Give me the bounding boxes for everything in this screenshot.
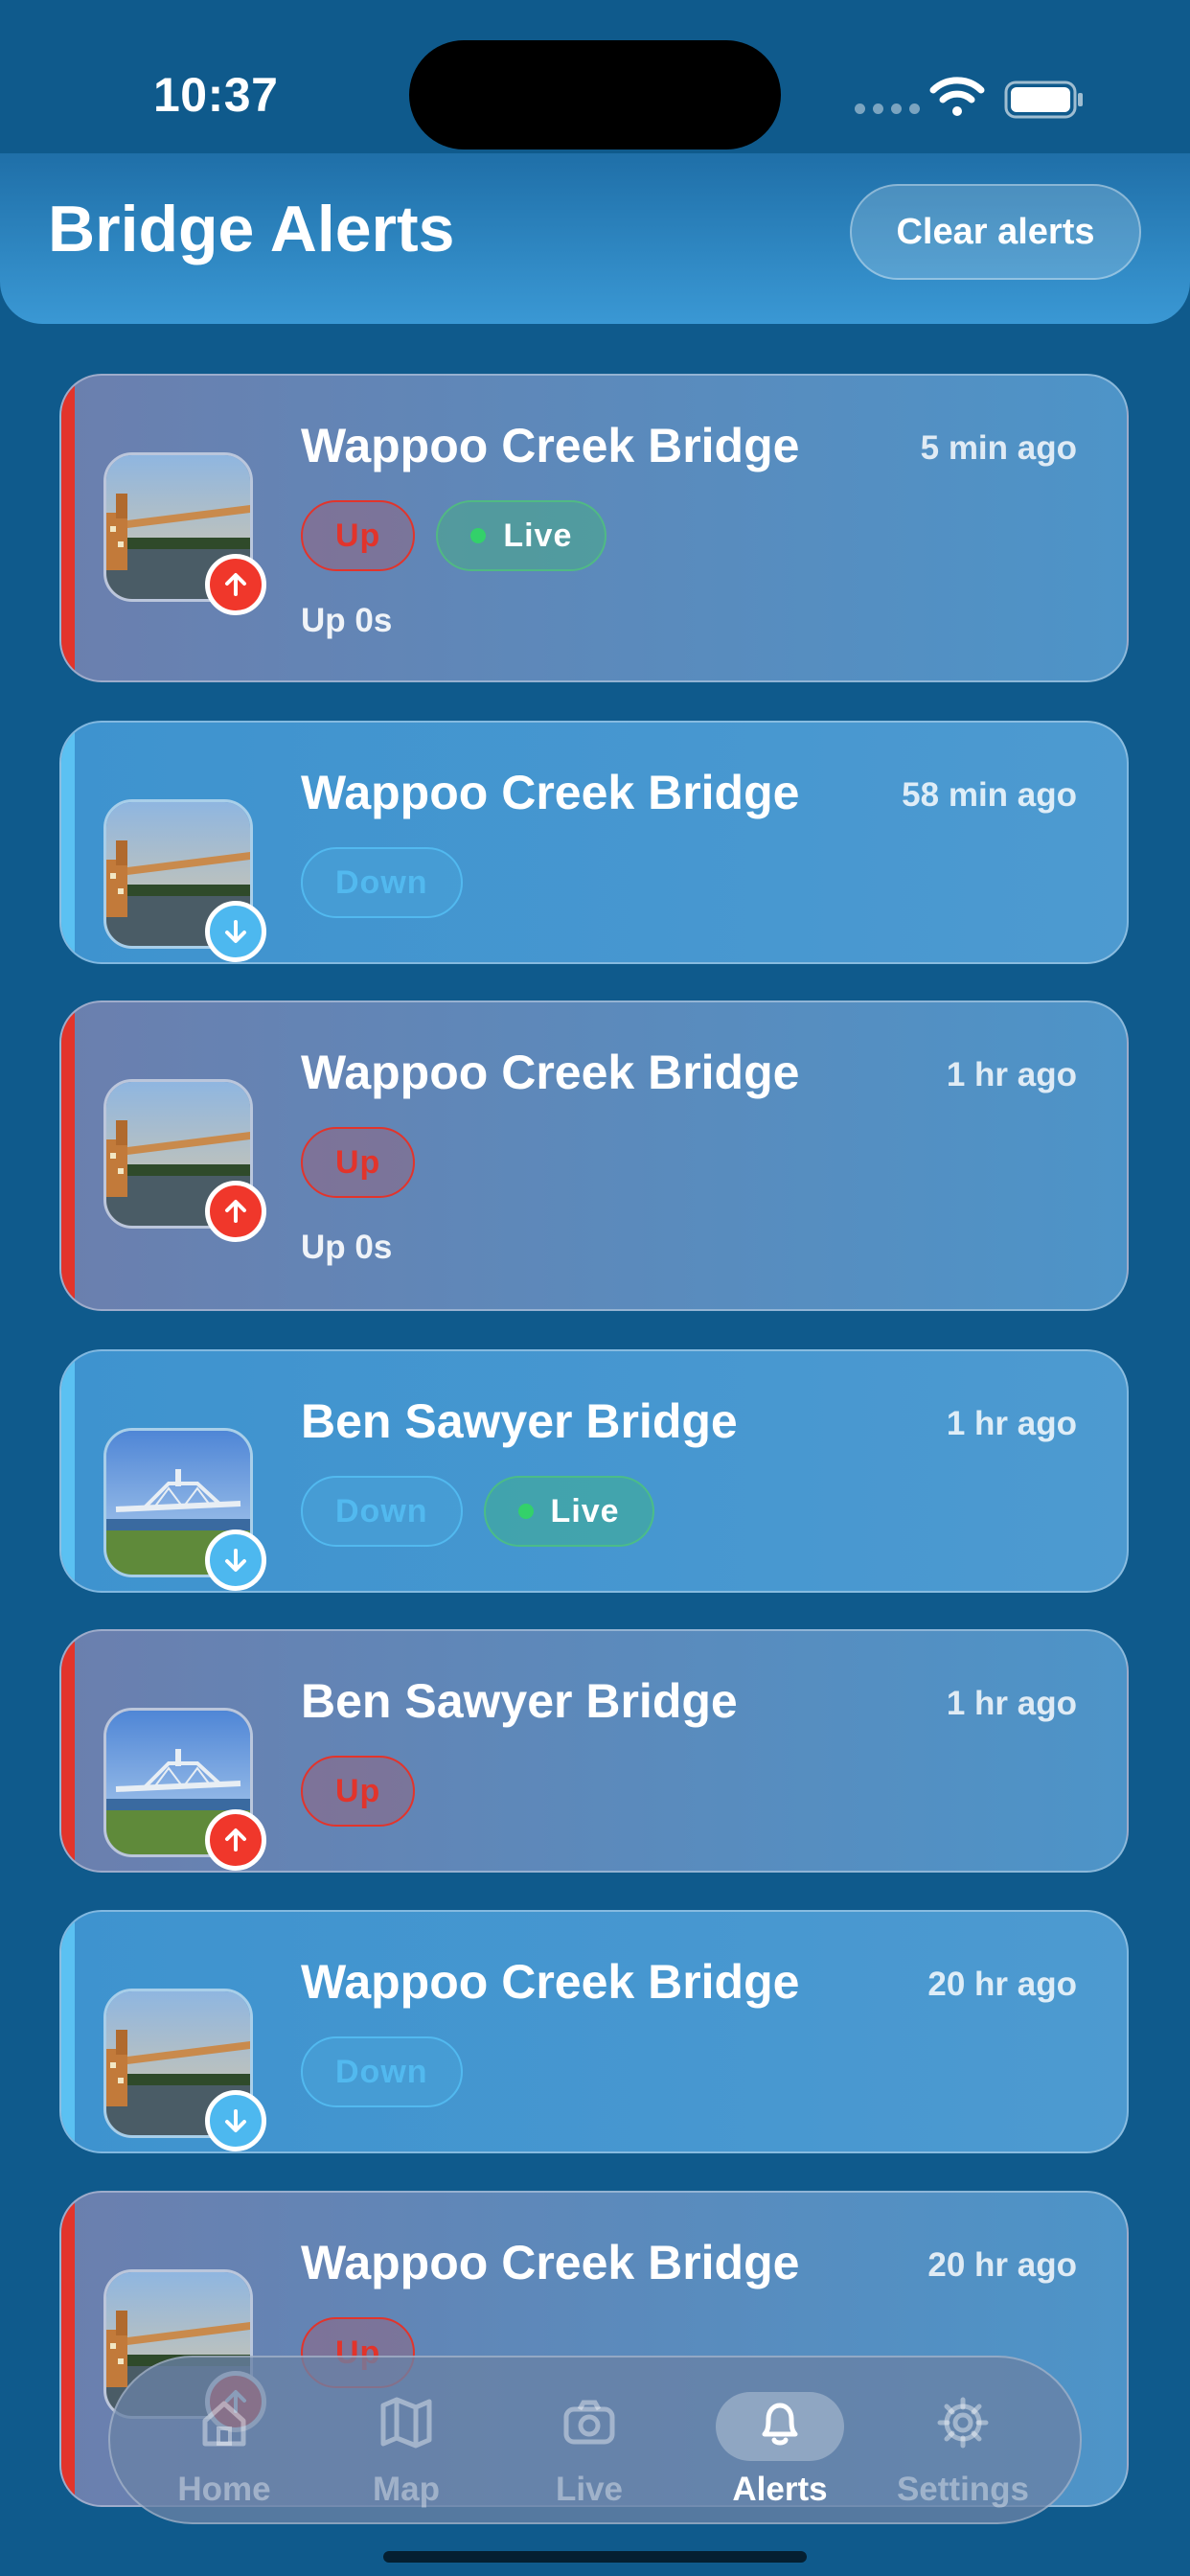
live-dot-icon — [517, 1504, 534, 1519]
camera-icon — [563, 2400, 615, 2445]
status-stripe — [61, 376, 75, 680]
status-stripe — [61, 1351, 75, 1591]
status-pills: Up Live — [301, 500, 607, 571]
status-time: 10:37 — [153, 68, 279, 122]
arrow-down-icon — [205, 1530, 266, 1591]
tab-alerts-label: Alerts — [732, 2471, 828, 2508]
status-stripe — [61, 723, 75, 962]
header-bar: Bridge Alerts Clear alerts — [0, 153, 1190, 324]
up-duration: Up 0s — [301, 1229, 393, 1266]
alert-time: 58 min ago — [902, 776, 1077, 814]
house-icon — [202, 2401, 246, 2447]
alert-time: 20 hr ago — [927, 2246, 1077, 2284]
bridge-name: Wappoo Creek Bridge — [301, 1046, 800, 1099]
gear-icon — [937, 2397, 989, 2449]
clear-alerts-button[interactable]: Clear alerts — [850, 184, 1141, 280]
home-indicator — [383, 2551, 807, 2563]
alert-card[interactable]: Wappoo Creek Bridge 1 hr ago Up Up 0s — [59, 1000, 1129, 1311]
tab-bar: Home Map Live Alerts Settings — [108, 2356, 1082, 2524]
status-pills: Down — [301, 847, 463, 918]
status-stripe — [61, 1912, 75, 2151]
alert-time: 5 min ago — [920, 429, 1077, 467]
status-pill: Up — [301, 1127, 416, 1198]
live-pill[interactable]: Live — [436, 500, 607, 571]
dynamic-island — [409, 40, 781, 150]
alert-card[interactable]: Ben Sawyer Bridge 1 hr ago Up — [59, 1629, 1129, 1873]
arrow-up-icon — [205, 1809, 266, 1871]
status-stripe — [61, 1631, 75, 1871]
bridge-name: Ben Sawyer Bridge — [301, 1394, 738, 1448]
bridge-name: Wappoo Creek Bridge — [301, 419, 800, 472]
tab-settings-label: Settings — [896, 2471, 1030, 2508]
bridge-name: Ben Sawyer Bridge — [301, 1674, 738, 1728]
arrow-down-icon — [205, 901, 266, 962]
tab-map[interactable]: Map — [320, 2358, 492, 2526]
tab-live-label: Live — [555, 2471, 624, 2508]
status-pills: Down Live — [301, 1476, 654, 1547]
alert-card[interactable]: Wappoo Creek Bridge 58 min ago Down — [59, 721, 1129, 964]
status-pills: Up — [301, 1127, 416, 1198]
alert-card[interactable]: Wappoo Creek Bridge 5 min ago Up Live Up 0s — [59, 374, 1129, 682]
live-dot-icon — [470, 528, 487, 543]
map-icon — [380, 2397, 432, 2449]
bridge-name: Wappoo Creek Bridge — [301, 2236, 800, 2289]
tab-settings[interactable]: Settings — [877, 2358, 1049, 2526]
bell-icon — [762, 2403, 798, 2446]
status-pill: Down — [301, 847, 463, 918]
status-pills: Up — [301, 1756, 416, 1827]
status-pill: Down — [301, 1476, 463, 1547]
tab-home[interactable]: Home — [138, 2358, 310, 2526]
live-label: Live — [550, 1492, 620, 1530]
alert-time: 1 hr ago — [946, 1405, 1077, 1442]
tab-live[interactable]: Live — [503, 2358, 675, 2526]
status-stripe — [61, 2193, 75, 2505]
alert-time: 1 hr ago — [946, 1685, 1077, 1722]
tab-home-label: Home — [177, 2471, 271, 2508]
arrow-down-icon — [205, 2090, 266, 2151]
status-pill: Down — [301, 2036, 463, 2107]
live-label: Live — [503, 517, 573, 554]
cellular-signal-icon — [855, 104, 920, 114]
wifi-icon — [929, 77, 985, 116]
live-pill[interactable]: Live — [483, 1476, 654, 1547]
tab-map-label: Map — [373, 2471, 440, 2508]
status-stripe — [61, 1002, 75, 1309]
alert-time: 1 hr ago — [946, 1056, 1077, 1093]
arrow-up-icon — [205, 554, 266, 615]
alert-card[interactable]: Wappoo Creek Bridge 20 hr ago Down — [59, 1910, 1129, 2153]
status-pills: Down — [301, 2036, 463, 2107]
status-pill: Up — [301, 500, 416, 571]
page-title: Bridge Alerts — [48, 193, 455, 265]
arrow-up-icon — [205, 1181, 266, 1242]
alert-time: 20 hr ago — [927, 1966, 1077, 2003]
bridge-name: Wappoo Creek Bridge — [301, 766, 800, 819]
bridge-name: Wappoo Creek Bridge — [301, 1955, 800, 2009]
up-duration: Up 0s — [301, 602, 393, 639]
tab-alerts[interactable]: Alerts — [694, 2358, 866, 2526]
battery-icon — [1004, 80, 1083, 119]
alert-card[interactable]: Ben Sawyer Bridge 1 hr ago Down Live — [59, 1349, 1129, 1593]
status-pill: Up — [301, 1756, 416, 1827]
